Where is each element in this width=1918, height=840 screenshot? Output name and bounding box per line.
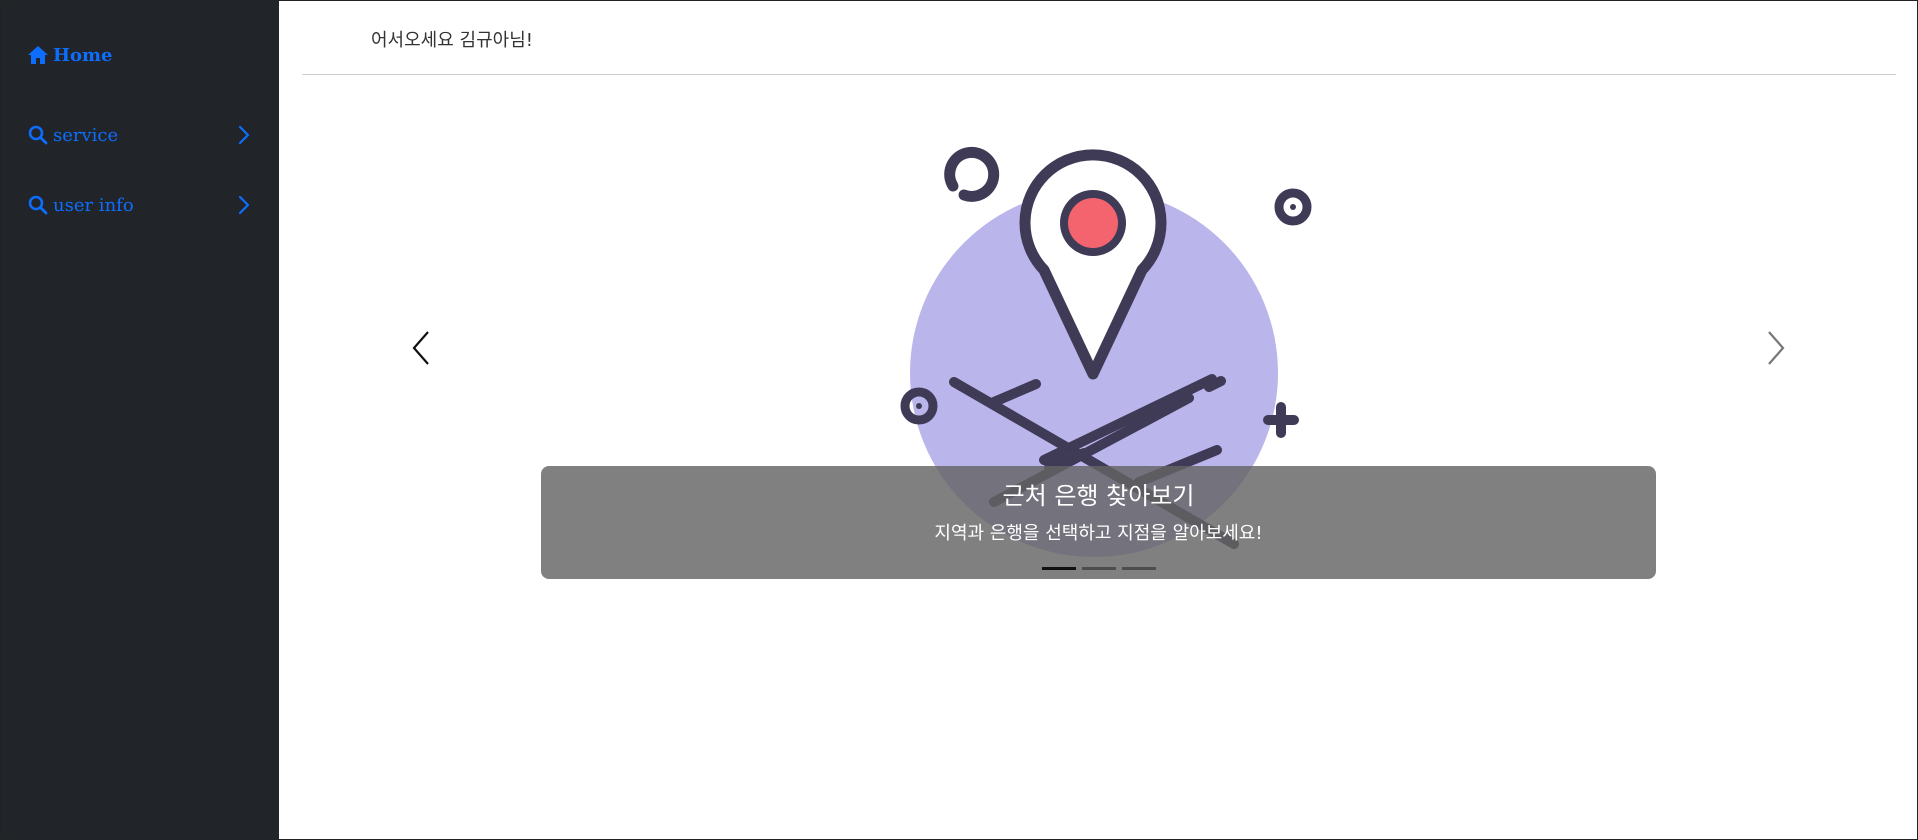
sidebar: Home service user info (0, 0, 279, 840)
carousel-prev-button[interactable] (401, 325, 441, 375)
chevron-right-icon (236, 124, 252, 146)
carousel-next-button[interactable] (1756, 325, 1796, 375)
divider (302, 74, 1896, 75)
search-icon (27, 194, 49, 216)
carousel: 근처 은행 찾아보기 지역과 은행을 선택하고 지점을 알아보세요! (279, 100, 1918, 600)
sidebar-item-home[interactable]: Home (27, 44, 252, 66)
chevron-right-icon (236, 194, 252, 216)
sidebar-item-label: service (53, 124, 119, 146)
welcome-message: 어서오세요 김규아님! (371, 30, 533, 51)
main-content: 어서오세요 김규아님! 근처 은행 찾아보기 지역과 은행을 선택하고 지점을 … (279, 0, 1918, 840)
carousel-indicator[interactable] (1081, 567, 1116, 570)
sidebar-item-label: user info (53, 194, 134, 216)
sidebar-item-label: Home (53, 44, 113, 66)
sidebar-item-user-info[interactable]: user info (27, 194, 252, 216)
chevron-left-icon (411, 330, 431, 370)
carousel-caption: 근처 은행 찾아보기 지역과 은행을 선택하고 지점을 알아보세요! (541, 466, 1656, 579)
carousel-indicator[interactable] (1121, 567, 1156, 570)
slide-title: 근처 은행 찾아보기 (1002, 482, 1195, 510)
carousel-indicators (541, 567, 1656, 570)
home-icon (27, 44, 49, 66)
chevron-right-icon (1766, 330, 1786, 370)
slide-subtitle: 지역과 은행을 선택하고 지점을 알아보세요! (934, 523, 1263, 544)
search-icon (27, 124, 49, 146)
sidebar-item-service[interactable]: service (27, 124, 252, 146)
carousel-indicator[interactable] (1041, 567, 1076, 570)
